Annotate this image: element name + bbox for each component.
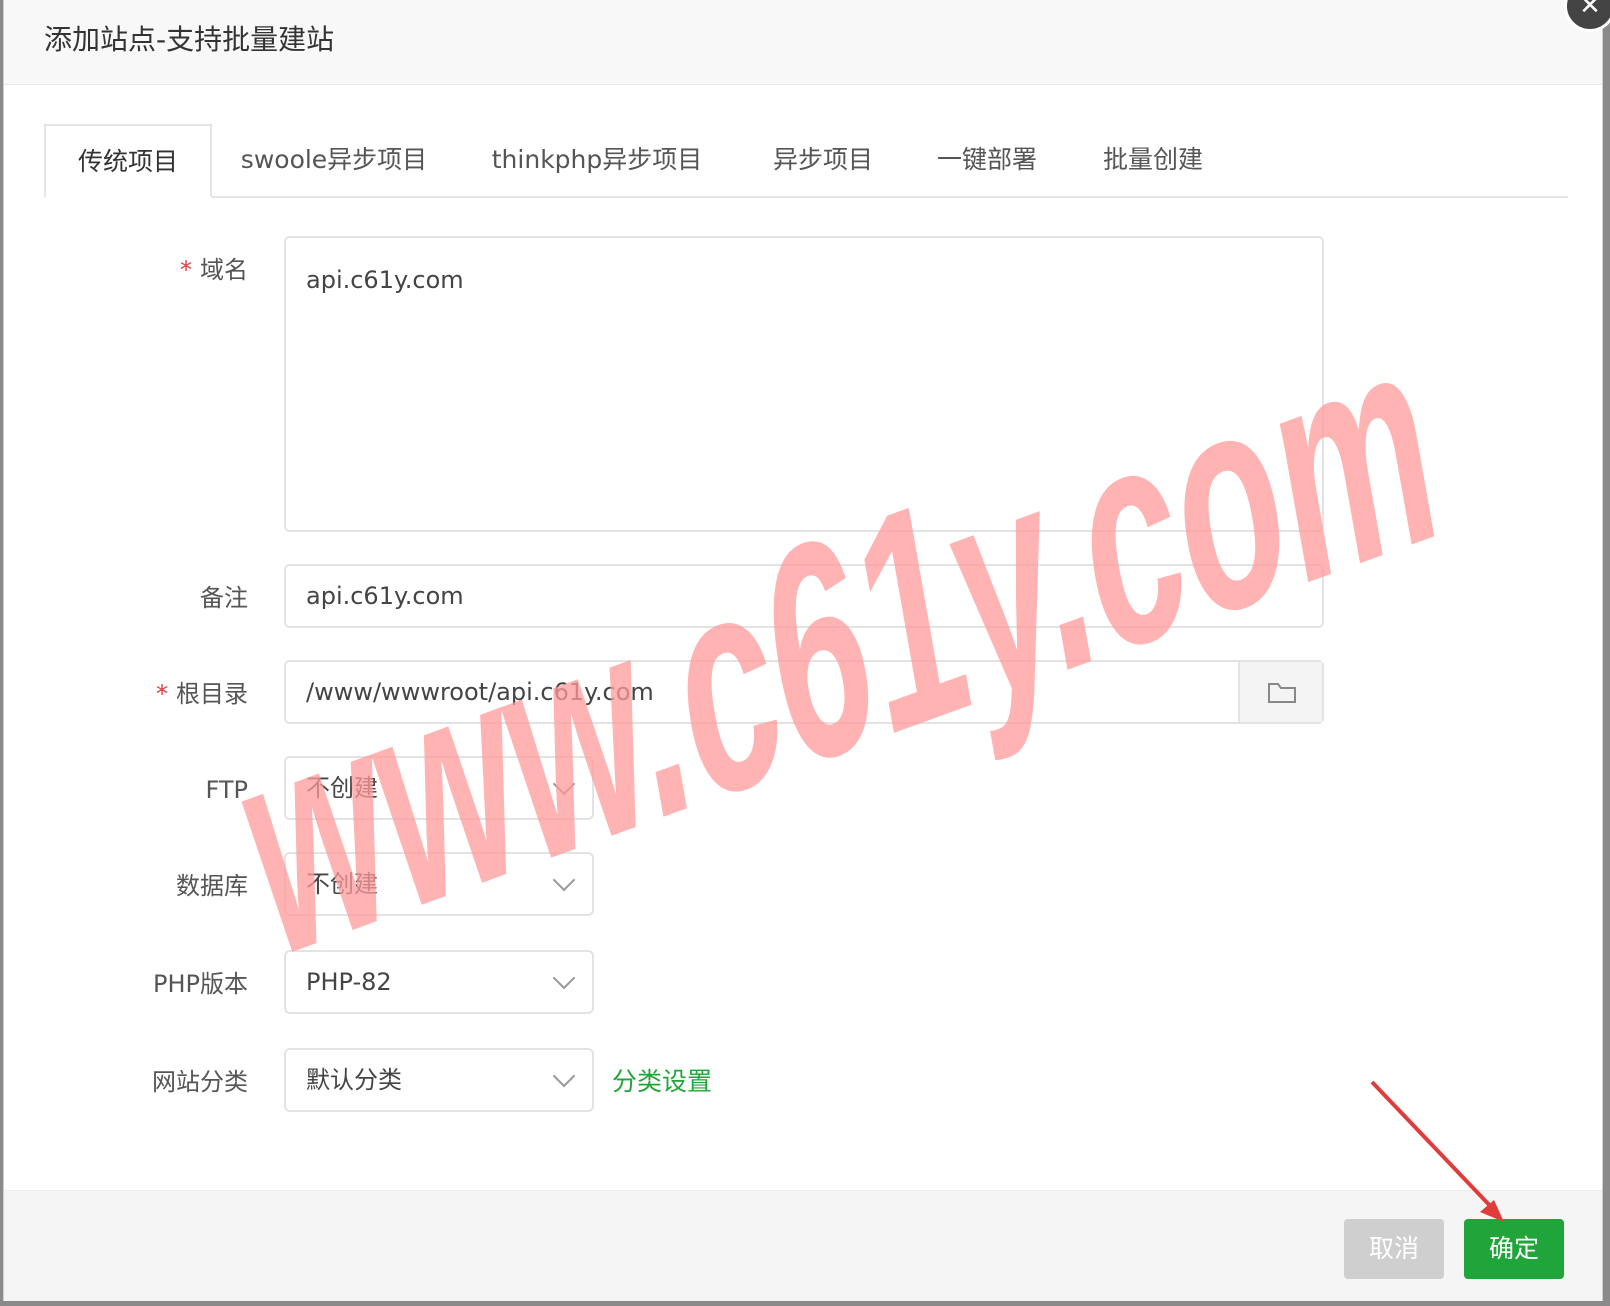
root-dir-label: * 根目录 bbox=[156, 680, 248, 708]
required-mark: * bbox=[180, 256, 192, 284]
remark-label: 备注 bbox=[200, 584, 248, 612]
folder-browse-button[interactable] bbox=[1238, 662, 1322, 722]
tab-thinkphp[interactable]: thinkphp异步项目 bbox=[482, 124, 712, 196]
required-mark: * bbox=[156, 680, 168, 708]
database-select[interactable]: 不创建 bbox=[284, 852, 594, 916]
category-settings-link[interactable]: 分类设置 bbox=[612, 1064, 712, 1100]
php-version-label: PHP版本 bbox=[153, 970, 248, 998]
root-dir-input[interactable]: /www/wwwroot/api.c61y.com bbox=[284, 660, 1324, 724]
ftp-value: 不创建 bbox=[306, 774, 378, 802]
confirm-button[interactable]: 确定 bbox=[1464, 1219, 1564, 1279]
remark-value: api.c61y.com bbox=[306, 582, 464, 610]
remark-input[interactable]: api.c61y.com bbox=[284, 564, 1324, 628]
domain-label: * 域名 bbox=[180, 256, 248, 284]
php-version-value: PHP-82 bbox=[306, 968, 392, 996]
dialog-header: 添加站点-支持批量建站 bbox=[4, 0, 1602, 85]
domain-value: api.c61y.com bbox=[306, 266, 464, 294]
database-label: 数据库 bbox=[176, 872, 248, 900]
site-category-select[interactable]: 默认分类 bbox=[284, 1048, 594, 1112]
tab-traditional[interactable]: 传统项目 bbox=[44, 124, 212, 198]
tab-one-click-deploy[interactable]: 一键部署 bbox=[922, 124, 1052, 196]
folder-icon bbox=[1268, 683, 1296, 703]
chevron-down-icon bbox=[552, 772, 576, 796]
root-dir-value: /www/wwwroot/api.c61y.com bbox=[306, 678, 654, 706]
chevron-down-icon bbox=[552, 966, 576, 990]
php-version-select[interactable]: PHP-82 bbox=[284, 950, 594, 1014]
dialog-footer: 取消 确定 bbox=[4, 1190, 1602, 1301]
site-category-label: 网站分类 bbox=[152, 1068, 248, 1096]
ftp-label: FTP bbox=[205, 776, 248, 804]
tab-swoole[interactable]: swoole异步项目 bbox=[234, 124, 434, 196]
chevron-down-icon bbox=[552, 1064, 576, 1088]
project-type-tabs: 传统项目 swoole异步项目 thinkphp异步项目 异步项目 一键部署 批… bbox=[44, 124, 1568, 198]
tab-async[interactable]: 异步项目 bbox=[758, 124, 888, 196]
chevron-down-icon bbox=[552, 868, 576, 892]
add-site-dialog: 添加站点-支持批量建站 ✕ 传统项目 swoole异步项目 thinkphp异步… bbox=[4, 0, 1610, 1301]
domain-textarea[interactable]: api.c61y.com bbox=[284, 236, 1324, 532]
site-category-value: 默认分类 bbox=[306, 1066, 402, 1094]
database-value: 不创建 bbox=[306, 870, 378, 898]
ftp-select[interactable]: 不创建 bbox=[284, 756, 594, 820]
tab-batch-create[interactable]: 批量创建 bbox=[1088, 124, 1218, 196]
dialog-title: 添加站点-支持批量建站 bbox=[44, 23, 335, 56]
cancel-button[interactable]: 取消 bbox=[1344, 1219, 1444, 1279]
